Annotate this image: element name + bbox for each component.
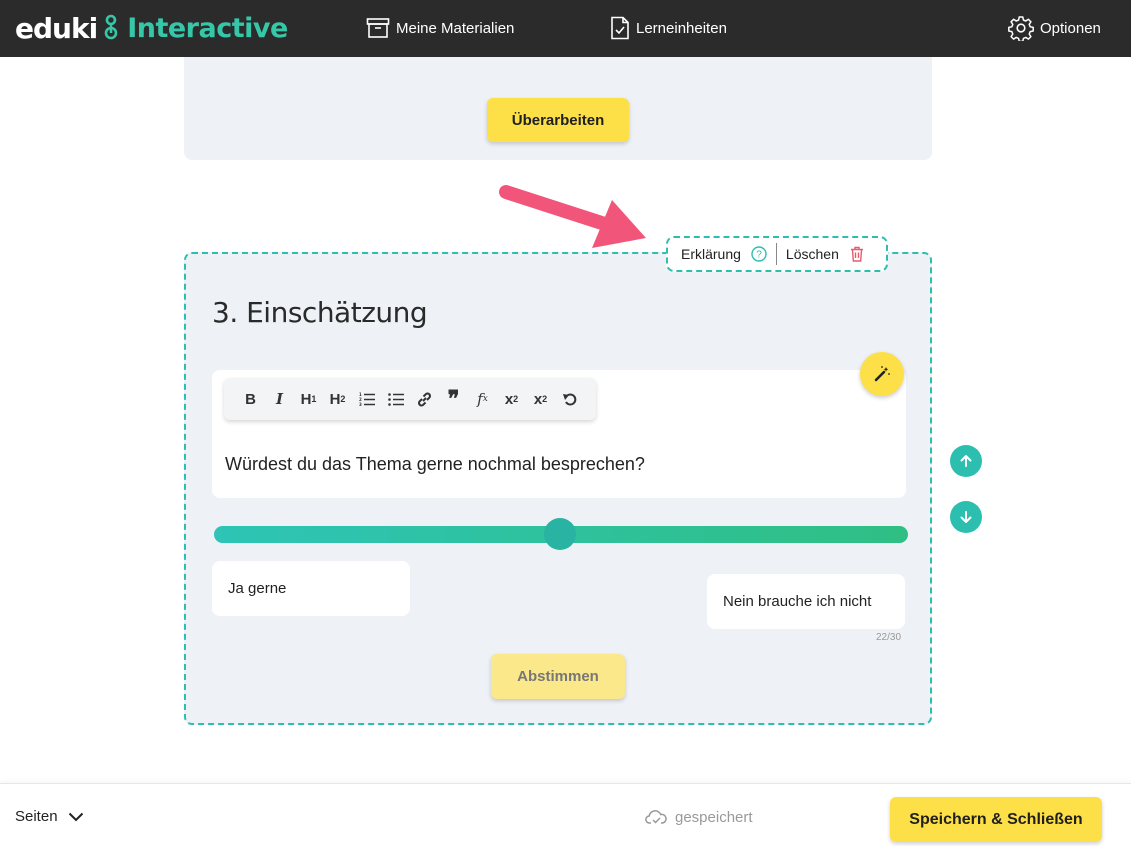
character-counter: 22/30 [876, 632, 902, 643]
magic-wand-button[interactable] [860, 352, 904, 396]
cloud-check-icon [645, 810, 667, 824]
logo-interactive-text: Interactive [127, 12, 288, 44]
actions-divider [775, 243, 777, 265]
formula-icon[interactable]: fx [468, 384, 497, 414]
nav-optionen-label: Optionen [1040, 19, 1101, 37]
logo-eduki-text: eduki [15, 11, 98, 45]
svg-text:?: ? [756, 250, 762, 261]
nav-meine-materialien-label: Meine Materialien [396, 19, 515, 37]
erklaerung-button[interactable]: Erklärung ? [681, 246, 767, 262]
link-icon[interactable] [410, 384, 439, 414]
bold-icon[interactable]: B [236, 384, 265, 414]
subscript-icon[interactable]: x2 [497, 384, 526, 414]
nav-lerneinheiten[interactable]: Lerneinheiten [610, 15, 727, 41]
pages-dropdown[interactable]: Seiten [15, 808, 84, 825]
save-status-label: gespeichert [675, 808, 753, 826]
undo-icon[interactable] [555, 384, 584, 414]
save-status: gespeichert [645, 808, 753, 826]
archive-box-icon [366, 18, 390, 38]
bottom-bar: Seiten gespeichert Speichern & Schließen [0, 783, 1131, 846]
bullet-list-icon[interactable] [381, 384, 410, 414]
label-right-input[interactable]: Nein brauche ich nicht [707, 574, 905, 629]
previous-block-card: Überarbeiten [184, 57, 932, 160]
svg-text:3: 3 [359, 402, 362, 406]
magic-wand-icon [874, 366, 890, 382]
loeschen-button[interactable]: Löschen [786, 246, 864, 262]
document-check-icon [611, 16, 629, 40]
arrow-up-icon [960, 455, 972, 467]
arrow-down-icon [960, 511, 972, 523]
heading2-icon[interactable]: H2 [323, 384, 352, 414]
save-and-close-button[interactable]: Speichern & Schließen [890, 797, 1102, 842]
formatting-toolbar: B I H1 H2 123 ❞ fx x2 x2 [224, 378, 596, 420]
pages-label: Seiten [15, 808, 58, 825]
abstimmen-button[interactable]: Abstimmen [491, 654, 625, 699]
quote-icon[interactable]: ❞ [439, 384, 468, 414]
help-circle-icon: ? [751, 246, 767, 262]
heading1-icon[interactable]: H1 [294, 384, 323, 414]
chevron-down-icon [68, 812, 83, 821]
block-actions-bar: Erklärung ? Löschen [666, 236, 888, 272]
nav-optionen[interactable]: Optionen [1008, 15, 1101, 41]
rating-slider-thumb[interactable] [544, 518, 576, 550]
nav-lerneinheiten-label: Lerneinheiten [636, 19, 727, 37]
question-text: Würdest du das Thema gerne nochmal bespr… [225, 454, 645, 474]
label-left-input[interactable]: Ja gerne [212, 561, 410, 616]
block-title: 3. Einschätzung [212, 296, 428, 329]
annotation-arrow-icon [499, 185, 646, 248]
erklaerung-label: Erklärung [681, 246, 741, 262]
question-editor[interactable]: B I H1 H2 123 ❞ fx x2 x2 Würdest du das … [212, 370, 906, 498]
superscript-icon[interactable]: x2 [526, 384, 555, 414]
italic-icon[interactable]: I [265, 384, 294, 414]
logo-mark-icon [104, 14, 118, 40]
gear-icon [1008, 16, 1034, 41]
move-down-button[interactable] [950, 501, 982, 533]
top-navigation-bar: eduki Interactive Meine Materialien Lern… [0, 0, 1131, 57]
loeschen-label: Löschen [785, 246, 839, 262]
move-up-button[interactable] [950, 445, 982, 477]
trash-icon [850, 246, 863, 262]
eduki-interactive-logo[interactable]: eduki Interactive [15, 10, 288, 46]
nav-meine-materialien[interactable]: Meine Materialien [366, 15, 514, 41]
ueberarbeiten-button[interactable]: Überarbeiten [487, 98, 629, 142]
ordered-list-icon[interactable]: 123 [352, 384, 381, 414]
rating-block-card: 3. Einschätzung B I H1 H2 123 ❞ fx x2 x2… [184, 252, 932, 725]
